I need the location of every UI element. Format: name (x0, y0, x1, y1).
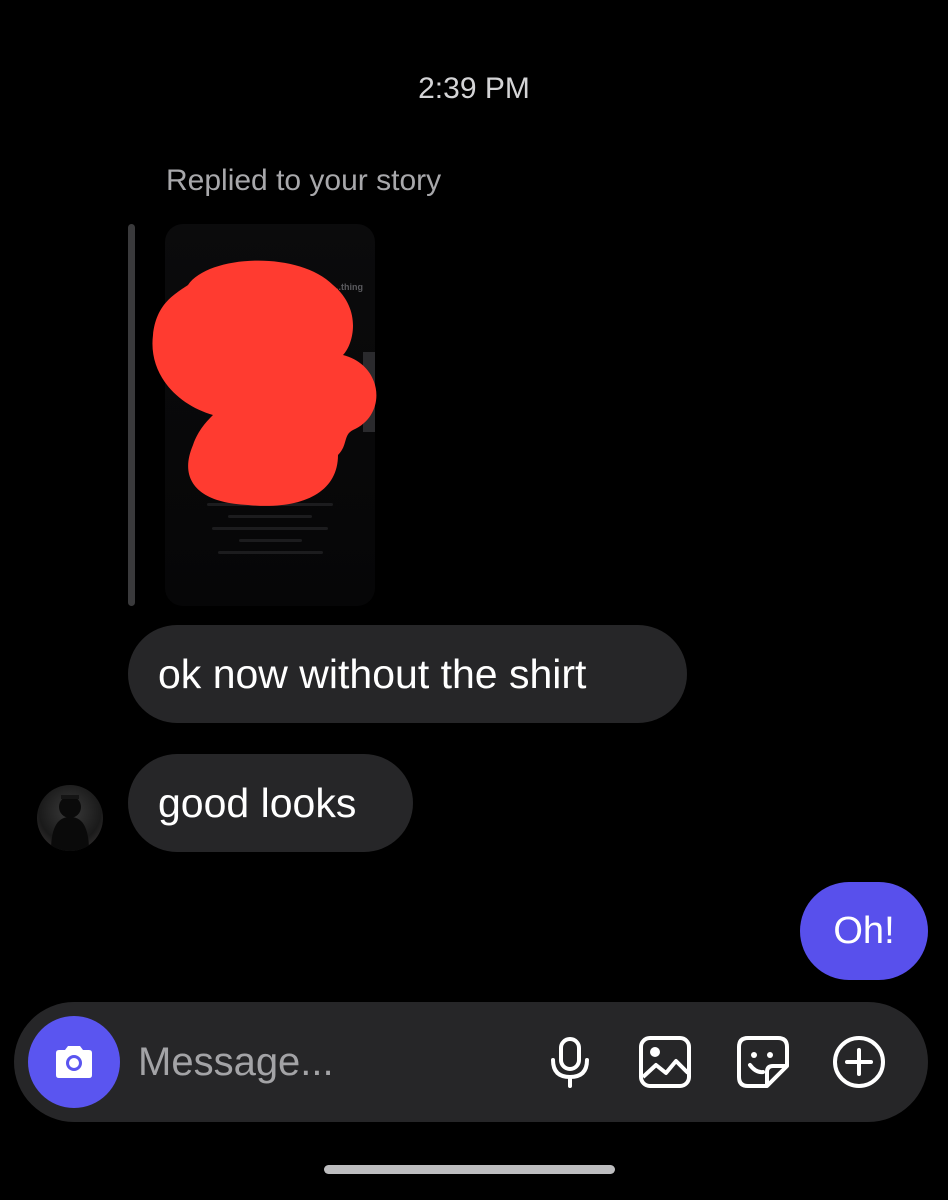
message-text: good looks (158, 779, 357, 826)
camera-button[interactable] (28, 1016, 120, 1108)
incoming-message-bubble[interactable]: good looks (128, 754, 413, 852)
camera-icon (56, 1046, 92, 1078)
incoming-message-bubble[interactable]: ok now without the shirt (128, 625, 687, 723)
sticker-button[interactable] (733, 1032, 793, 1092)
outgoing-message-bubble[interactable]: Oh! (800, 882, 928, 980)
message-input[interactable] (138, 1030, 518, 1094)
message-timestamp: 2:39 PM (418, 72, 530, 105)
story-reply-label: Replied to your story (166, 164, 442, 197)
dm-conversation-screen: 2:39 PM Replied to your story ...thing o… (0, 0, 948, 1200)
gallery-icon (639, 1036, 691, 1088)
redaction-scribble (152, 260, 377, 506)
message-text: ok now without the shirt (158, 650, 587, 697)
message-composer (14, 1002, 928, 1122)
sender-avatar[interactable] (37, 785, 103, 851)
gallery-button[interactable] (635, 1032, 695, 1092)
home-indicator[interactable] (324, 1165, 615, 1174)
microphone-button[interactable] (540, 1032, 600, 1092)
sticker-icon (737, 1036, 789, 1088)
reply-quote-bar (128, 224, 135, 606)
plus-icon (833, 1036, 885, 1088)
more-options-button[interactable] (829, 1032, 889, 1092)
message-text: Oh! (833, 909, 895, 952)
microphone-icon (551, 1037, 589, 1088)
